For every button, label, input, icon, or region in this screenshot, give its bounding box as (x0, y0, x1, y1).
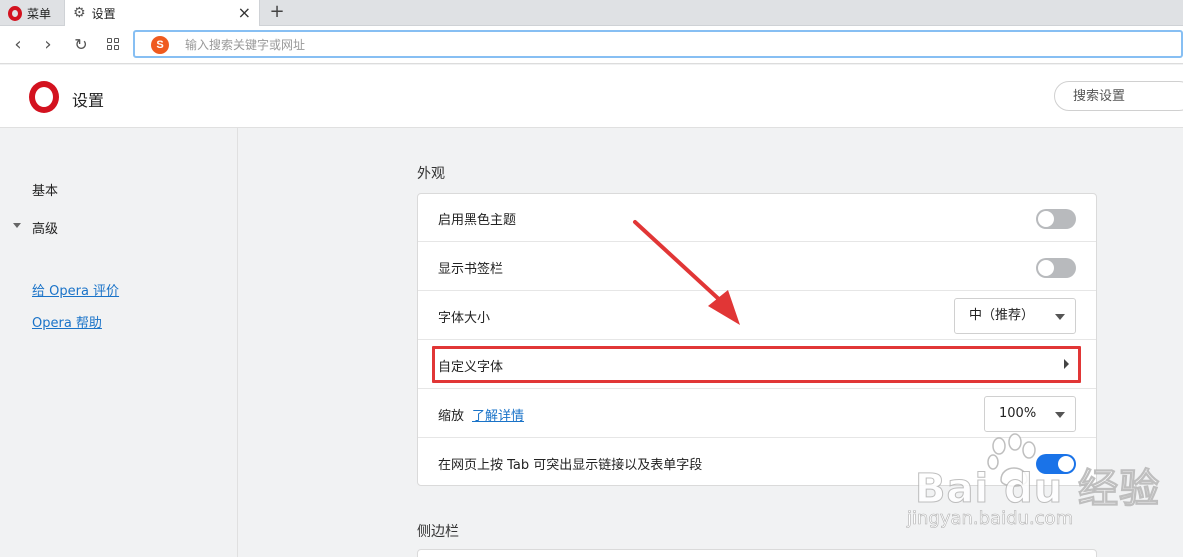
tab-title: 设置 (91, 6, 116, 21)
reload-icon[interactable]: ↻ (71, 34, 91, 54)
setting-row-zoom: 缩放 了解详情 100% (418, 390, 1096, 438)
caret-down-icon[interactable] (13, 223, 21, 228)
setting-row-custom-fonts[interactable]: 自定义字体 (418, 341, 1096, 389)
search-settings-input[interactable] (1054, 81, 1183, 111)
watermark-url: jingyan.baidu.com (907, 508, 1074, 530)
sidebar-item-basic[interactable]: 基本 (32, 180, 58, 199)
opera-menu-button[interactable]: 菜单 (0, 0, 62, 26)
setting-row-tab-highlight[interactable]: 在网页上按 Tab 可突出显示链接以及表单字段 (418, 439, 1096, 487)
tab-settings[interactable]: ⚙ 设置 × (64, 0, 260, 26)
setting-row-bookmarks-bar[interactable]: 显示书签栏 (418, 243, 1096, 291)
plus-icon[interactable]: + (268, 0, 286, 26)
sidebar-settings-card (417, 549, 1097, 557)
opera-logo-icon (29, 81, 59, 113)
gear-icon: ⚙ (73, 5, 86, 21)
select-value: 100% (999, 406, 1037, 421)
speed-dial-icon[interactable] (103, 34, 123, 54)
settings-sidebar: 基本 高级 给 Opera 评价 Opera 帮助 (0, 128, 238, 557)
section-title-appearance: 外观 (417, 166, 445, 182)
setting-row-font-size: 字体大小 中（推荐） (418, 292, 1096, 340)
settings-header: 设置 (0, 65, 1183, 128)
sogou-search-icon[interactable]: S (151, 36, 169, 54)
setting-label: 显示书签栏 (438, 262, 504, 277)
setting-label: 启用黑色主题 (438, 213, 517, 228)
opera-logo-icon (8, 5, 22, 21)
chevron-right-icon (1064, 359, 1069, 369)
address-bar[interactable]: S (133, 30, 1183, 58)
tab-strip: 菜单 ⚙ 设置 × + (0, 0, 1183, 26)
setting-label: 在网页上按 Tab 可突出显示链接以及表单字段 (438, 458, 703, 473)
bookmarks-bar-toggle[interactable] (1036, 258, 1076, 278)
select-value: 中（推荐） (969, 308, 1035, 323)
forward-icon[interactable]: › (38, 34, 58, 55)
back-icon[interactable]: ‹ (8, 34, 28, 55)
sidebar-item-advanced[interactable]: 高级 (32, 218, 58, 237)
setting-row-dark-theme[interactable]: 启用黑色主题 (418, 194, 1096, 242)
tab-highlight-toggle[interactable] (1036, 454, 1076, 474)
close-icon[interactable]: × (238, 5, 251, 21)
page-title: 设置 (72, 91, 105, 110)
url-input[interactable] (185, 35, 1085, 55)
font-size-select[interactable]: 中（推荐） (954, 298, 1076, 334)
caret-down-icon (1055, 412, 1065, 418)
setting-label: 字体大小 (438, 311, 491, 326)
setting-label: 缩放 (438, 409, 465, 424)
caret-down-icon (1055, 314, 1065, 320)
rate-opera-link[interactable]: 给 Opera 评价 (32, 280, 119, 299)
zoom-select[interactable]: 100% (984, 396, 1076, 432)
navigation-bar: ‹ › ↻ S (0, 26, 1183, 64)
learn-more-link[interactable]: 了解详情 (472, 405, 524, 424)
menu-label: 菜单 (27, 6, 52, 21)
section-title-sidebar: 侧边栏 (417, 524, 459, 540)
opera-help-link[interactable]: Opera 帮助 (32, 312, 102, 331)
dark-theme-toggle[interactable] (1036, 209, 1076, 229)
appearance-card: 启用黑色主题 显示书签栏 字体大小 中（推荐） 自定义字体 缩放 了解详情 10… (417, 193, 1097, 486)
setting-label: 自定义字体 (438, 360, 504, 375)
